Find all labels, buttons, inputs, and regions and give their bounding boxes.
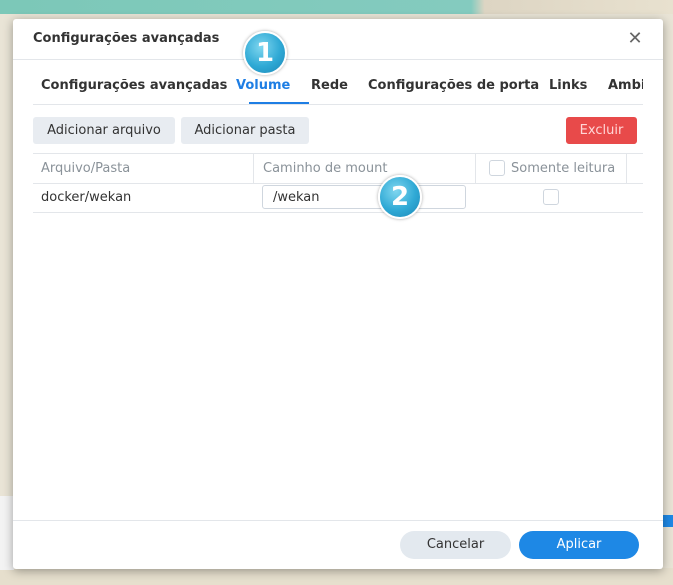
add-file-button[interactable]: Adicionar arquivo [33, 117, 175, 144]
desktop-background-bottom [0, 568, 673, 585]
column-header-read-only[interactable]: Somente leitura [511, 154, 615, 183]
tab-links[interactable]: Links [549, 78, 587, 93]
column-header-path[interactable]: Arquivo/Pasta [41, 154, 130, 183]
column-divider [475, 154, 476, 183]
advanced-settings-dialog: Configurações avançadas ✕ Configurações … [13, 19, 663, 569]
close-icon[interactable]: ✕ [625, 28, 645, 50]
select-all-readonly-checkbox[interactable] [489, 160, 505, 176]
divider [33, 104, 643, 105]
tab-advanced-settings[interactable]: Configurações avançadas [41, 78, 227, 93]
table-row[interactable]: docker/wekan /wekan [33, 183, 643, 213]
step-marker-1: 1 [243, 31, 287, 75]
background-window-accent [663, 515, 673, 527]
footer-divider [13, 520, 663, 521]
cancel-button[interactable]: Cancelar [400, 531, 511, 559]
read-only-checkbox[interactable] [543, 189, 559, 205]
delete-button[interactable]: Excluir [566, 117, 637, 144]
column-header-mount-path[interactable]: Caminho de mount [263, 154, 387, 183]
tab-bar: Configurações avançadas Volume Rede Conf… [33, 60, 643, 104]
tab-network[interactable]: Rede [311, 78, 348, 93]
table-header: Arquivo/Pasta Caminho de mount Somente l… [33, 153, 643, 184]
tab-environment[interactable]: Ambi [608, 78, 643, 93]
apply-button[interactable]: Aplicar [519, 531, 639, 559]
tab-port-settings[interactable]: Configurações de porta [368, 78, 539, 93]
mount-path-input[interactable]: /wekan [262, 185, 466, 209]
tab-volume[interactable]: Volume [236, 78, 290, 93]
column-divider [253, 154, 254, 183]
volume-path-cell: docker/wekan [41, 190, 132, 205]
step-marker-2: 2 [378, 175, 422, 219]
add-folder-button[interactable]: Adicionar pasta [181, 117, 309, 144]
dialog-titlebar: Configurações avançadas ✕ [13, 19, 663, 59]
background-window-edge [0, 496, 14, 570]
dialog-title: Configurações avançadas [33, 31, 220, 46]
desktop-background-top [0, 0, 673, 14]
column-divider [626, 154, 627, 183]
